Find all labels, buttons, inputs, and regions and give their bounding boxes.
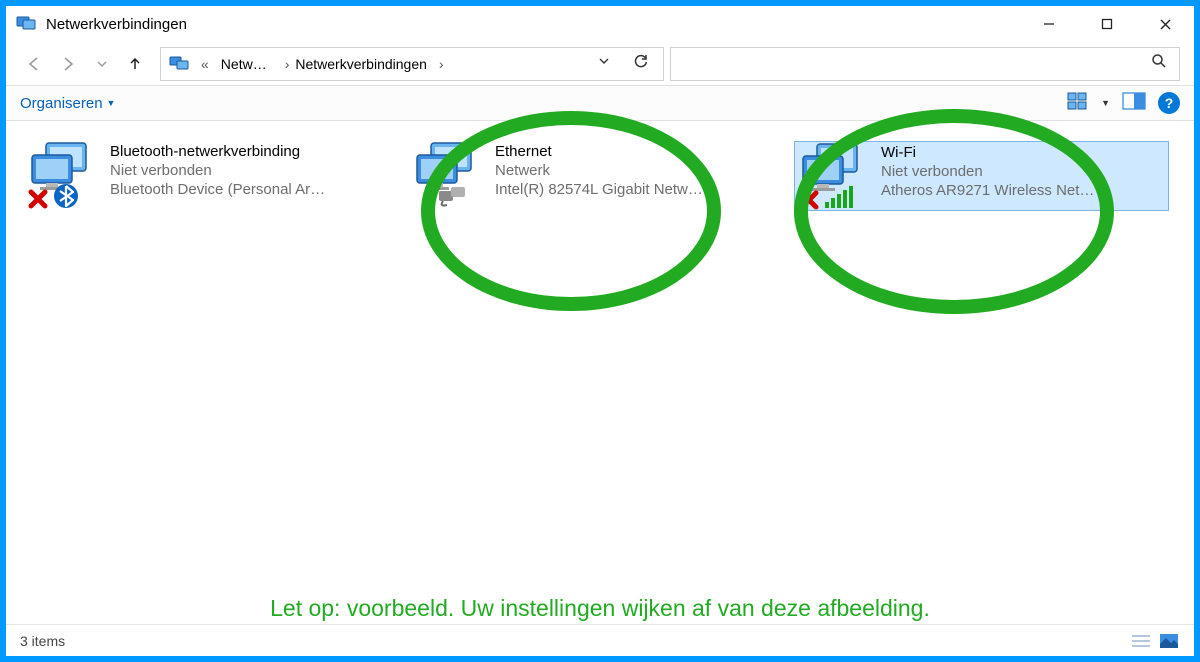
breadcrumb-item[interactable]: Netwerkverbindingen xyxy=(277,56,429,72)
annotation-circle-wifi xyxy=(794,109,1114,314)
annotation-text: Let op: voorbeeld. Uw instellingen wijke… xyxy=(6,595,1194,622)
app-icon xyxy=(16,15,38,33)
wifi-icon xyxy=(823,184,853,210)
search-icon xyxy=(1151,53,1167,74)
network-adapter-icon xyxy=(799,144,879,208)
location-icon xyxy=(169,54,191,74)
forward-button[interactable] xyxy=(54,50,82,78)
disconnected-x-icon xyxy=(28,189,48,209)
refresh-button[interactable] xyxy=(633,53,649,74)
maximize-button[interactable] xyxy=(1078,6,1136,42)
preview-pane-button[interactable] xyxy=(1122,92,1146,114)
breadcrumb-prefix: « xyxy=(199,56,211,72)
view-dropdown-icon[interactable]: ▼ xyxy=(1101,98,1110,108)
minimize-button[interactable] xyxy=(1020,6,1078,42)
breadcrumb-item[interactable]: Netw… xyxy=(219,56,269,72)
connection-status: Niet verbonden xyxy=(881,163,1164,180)
recent-locations-button[interactable] xyxy=(88,50,116,78)
ethernet-icon xyxy=(437,183,467,209)
address-dropdown-button[interactable] xyxy=(597,54,611,73)
item-count: 3 items xyxy=(20,633,65,649)
breadcrumb-sep: › xyxy=(437,56,446,72)
network-adapter-icon xyxy=(28,143,108,207)
connection-name: Wi-Fi xyxy=(881,144,1164,161)
connection-item[interactable]: Bluetooth-netwerkverbinding Niet verbonde… xyxy=(24,141,399,211)
connection-item[interactable]: Wi-Fi Niet verbonden Atheros AR9271 Wirele… xyxy=(794,141,1169,211)
details-view-button[interactable] xyxy=(1130,632,1152,650)
connection-name: Ethernet xyxy=(495,143,780,160)
help-button[interactable]: ? xyxy=(1158,92,1180,114)
organize-menu[interactable]: Organiseren ▼ xyxy=(20,95,115,112)
bluetooth-icon xyxy=(52,183,82,209)
search-box[interactable] xyxy=(670,47,1180,81)
connection-device: Bluetooth Device (Personal Ar… xyxy=(110,181,395,198)
connection-item[interactable]: Ethernet Netwerk Intel(R) 82574L Gigabit N… xyxy=(409,141,784,211)
connection-status: Netwerk xyxy=(495,162,780,179)
close-button[interactable] xyxy=(1136,6,1194,42)
connection-name: Bluetooth-netwerkverbinding xyxy=(110,143,395,160)
dropdown-icon: ▼ xyxy=(107,98,116,108)
main-content: Bluetooth-netwerkverbinding Niet verbonde… xyxy=(6,121,1194,624)
connection-device: Intel(R) 82574L Gigabit Netw… xyxy=(495,181,780,198)
up-button[interactable] xyxy=(122,51,148,77)
connection-device: Atheros AR9271 Wireless Net… xyxy=(881,182,1164,199)
connection-status: Niet verbonden xyxy=(110,162,395,179)
view-options-button[interactable] xyxy=(1067,92,1089,114)
disconnected-x-icon xyxy=(799,190,819,210)
back-button[interactable] xyxy=(20,50,48,78)
window-title: Netwerkverbindingen xyxy=(46,16,1020,33)
address-bar[interactable]: « Netw… Netwerkverbindingen › xyxy=(160,47,664,81)
organize-label: Organiseren xyxy=(20,95,103,112)
large-icons-view-button[interactable] xyxy=(1158,632,1180,650)
network-adapter-icon xyxy=(413,143,493,207)
